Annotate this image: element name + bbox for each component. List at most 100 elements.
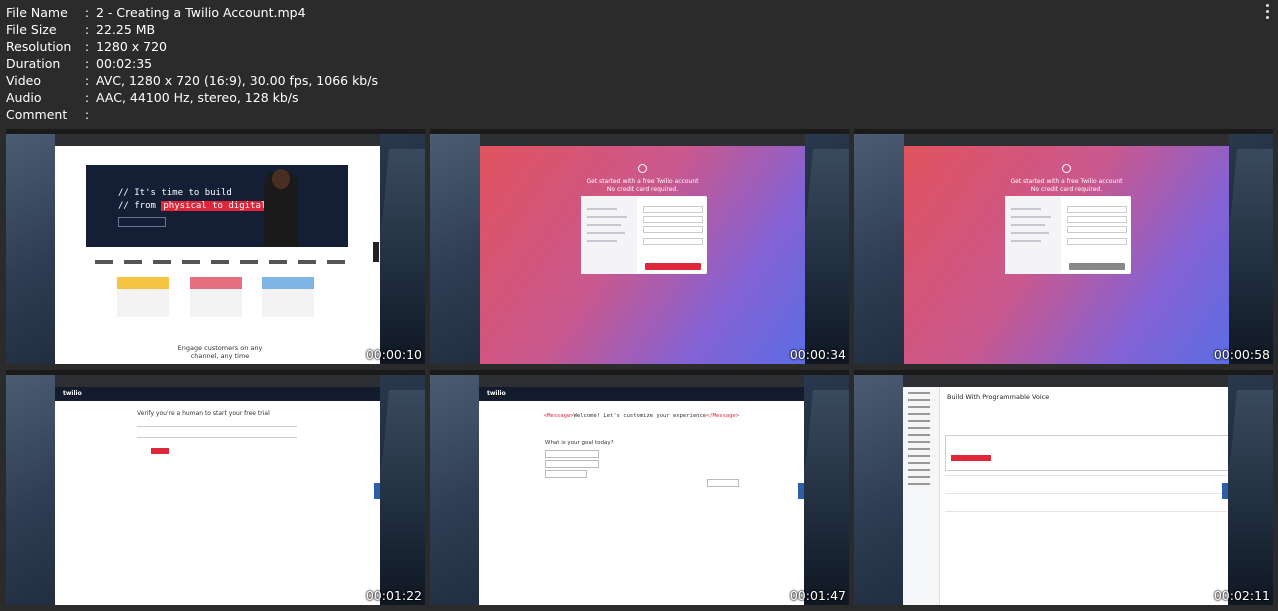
signup-heading: Get started with a free Twilio account N…: [904, 178, 1229, 194]
timestamp: 00:02:11: [1213, 588, 1270, 603]
file-size-value: 22.25 MB: [96, 22, 156, 37]
browser-window: twilio Verify you're a human to start yo…: [55, 375, 380, 605]
twilio-nav: twilio: [479, 387, 804, 401]
hero-line-1: // It's time to build: [118, 188, 232, 198]
timestamp: 00:00:34: [789, 347, 846, 362]
last-name-field: [643, 216, 703, 223]
start-trial-button: [1069, 263, 1125, 270]
twilio-logo-icon: [638, 164, 647, 173]
info-key: File Name: [6, 5, 68, 20]
welcome-message: <Message>Welcome! Let's customize your e…: [479, 413, 804, 419]
side-tab: [798, 483, 804, 499]
console-step: [945, 511, 1227, 530]
next-button: [707, 479, 739, 487]
info-separator: :: [84, 73, 90, 88]
browser-chrome: [480, 134, 805, 146]
verify-button: [151, 448, 169, 454]
customer-logos: [95, 258, 345, 266]
browser-chrome: [55, 375, 380, 387]
browser-chrome: [903, 375, 1228, 387]
audio-row: Audio: AAC, 44100 Hz, stereo, 128 kb/s: [6, 89, 378, 106]
hero-text: // It's time to build // from physical t…: [118, 187, 269, 213]
info-key: Resolution: [6, 39, 72, 54]
hero-line-2-prefix: // from: [118, 201, 162, 211]
side-tab: [373, 242, 379, 262]
browser-window: Get started with a free Twilio account N…: [904, 134, 1229, 364]
info-separator: :: [84, 56, 90, 71]
timestamp: 00:00:58: [1213, 347, 1270, 362]
browser-window: // It's time to build // from physical t…: [55, 134, 380, 364]
message-body: Welcome! Let's customize your experience: [573, 413, 707, 419]
signup-form: [581, 196, 707, 274]
twilio-logo-icon: [1062, 164, 1071, 173]
get-number-panel: [945, 435, 1228, 471]
first-name-field: [643, 206, 703, 213]
verify-heading: Verify you're a human to start your free…: [137, 410, 270, 417]
timestamp: 00:00:10: [365, 347, 422, 362]
info-separator: :: [84, 22, 90, 37]
thumbnail-5[interactable]: twilio <Message>Welcome! Let's customize…: [430, 370, 849, 605]
console-step: [945, 493, 1227, 512]
signup-subtitle: No credit card required.: [606, 186, 679, 193]
side-tab: [1222, 483, 1228, 499]
verify-email-field: [137, 420, 297, 427]
info-key: Duration: [6, 56, 61, 71]
message-open-tag: <Message>: [543, 413, 574, 419]
last-name-field: [1067, 216, 1127, 223]
resolution-row: Resolution:1280 x 720: [6, 38, 378, 55]
password-field: [1067, 238, 1127, 245]
info-key: File Size: [6, 22, 57, 37]
info-key: Video: [6, 73, 42, 88]
start-trial-button: [645, 263, 701, 270]
hero-line-2: // from physical to digital: [118, 200, 269, 213]
comment-row: Comment:: [6, 106, 378, 123]
resolution-value: 1280 x 720: [96, 39, 168, 54]
info-separator: :: [84, 5, 90, 20]
goal-question: What is your goal today?: [545, 440, 614, 446]
promo-card: [262, 277, 314, 317]
duration-row: Duration:00:02:35: [6, 55, 378, 72]
console-heading: Build With Programmable Voice: [947, 393, 1050, 401]
signup-title: Get started with a free Twilio account: [1010, 178, 1123, 185]
hero-person-head: [272, 169, 290, 189]
file-name-row: File Name:2 - Creating a Twilio Account.…: [6, 4, 378, 21]
browser-chrome: [904, 134, 1229, 146]
verify-phone-field: [137, 431, 297, 438]
more-options-icon[interactable]: [1266, 10, 1269, 13]
goal-option: [545, 470, 587, 478]
video-value: AVC, 1280 x 720 (16:9), 30.00 fps, 1066 …: [96, 73, 378, 88]
browser-window: twilio <Message>Welcome! Let's customize…: [479, 375, 804, 605]
twilio-brand: twilio: [487, 390, 506, 397]
info-separator: :: [84, 90, 90, 105]
signup-title: Get started with a free Twilio account: [586, 178, 699, 185]
timestamp: 00:01:22: [365, 588, 422, 603]
file-info: File Name:2 - Creating a Twilio Account.…: [6, 4, 378, 123]
info-key: Audio: [6, 90, 42, 105]
goal-option: [545, 460, 599, 468]
browser-window: Build With Programmable Voice: [903, 375, 1228, 605]
browser-chrome: [55, 134, 380, 146]
thumbnail-1[interactable]: // It's time to build // from physical t…: [6, 129, 425, 364]
thumbnail-4[interactable]: twilio Verify you're a human to start yo…: [6, 370, 425, 605]
password-field: [643, 238, 703, 245]
audio-value: AAC, 44100 Hz, stereo, 128 kb/s: [96, 90, 299, 105]
email-field: [643, 226, 703, 233]
duration-value: 00:02:35: [96, 56, 153, 71]
signup-subtitle: No credit card required.: [1030, 186, 1103, 193]
timestamp: 00:01:47: [789, 588, 846, 603]
file-name-value: 2 - Creating a Twilio Account.mp4: [96, 5, 306, 20]
first-name-field: [1067, 206, 1127, 213]
info-separator: :: [84, 107, 90, 122]
promo-card: [117, 277, 169, 317]
engage-caption: Engage customers on any channel, any tim…: [177, 344, 263, 360]
email-field: [1067, 226, 1127, 233]
thumbnail-2[interactable]: Get started with a free Twilio account N…: [430, 129, 849, 364]
browser-chrome: [479, 375, 804, 387]
video-row: Video: AVC, 1280 x 720 (16:9), 30.00 fps,…: [6, 72, 378, 89]
console-step: [945, 475, 1227, 494]
hero-button: [118, 217, 166, 227]
info-key: Comment: [6, 107, 68, 122]
thumbnail-3[interactable]: Get started with a free Twilio account N…: [854, 129, 1273, 364]
promo-card: [190, 277, 242, 317]
thumbnail-6[interactable]: Build With Programmable Voice 00:02:11: [854, 370, 1273, 605]
